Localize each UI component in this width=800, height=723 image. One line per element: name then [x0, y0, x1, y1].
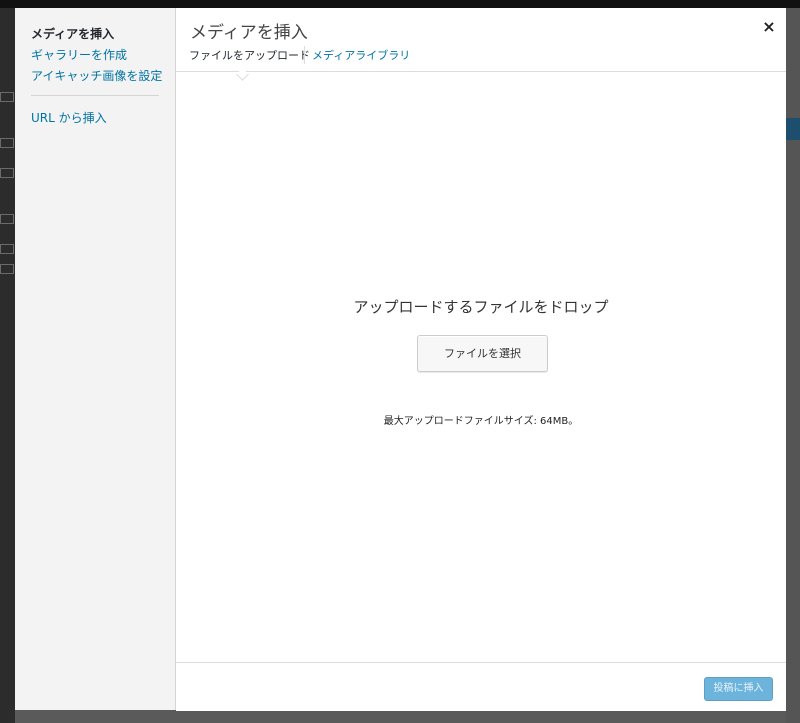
menu-item-create-gallery[interactable]: ギャラリーを作成 [31, 46, 127, 63]
background-button [786, 118, 800, 140]
select-files-button[interactable]: ファイルを選択 [417, 335, 548, 372]
media-menu: メディアを挿入 ギャラリーを作成 アイキャッチ画像を設定 URL から挿入 [15, 8, 176, 710]
close-icon[interactable]: × [758, 16, 780, 38]
modal-title: メディアを挿入 [190, 23, 308, 43]
tab-media-library[interactable]: メディアライブラリ [312, 47, 410, 63]
background-page-edge [786, 8, 800, 723]
uploader-dropzone[interactable]: アップロードするファイルをドロップ ファイルを選択 最大アップロードファイルサイ… [176, 72, 786, 662]
menu-item-set-featured-image[interactable]: アイキャッチ画像を設定 [31, 67, 162, 84]
menu-item-insert-from-url[interactable]: URL から挿入 [31, 109, 107, 126]
admin-sidebar-background [0, 8, 15, 723]
admin-menu-icon [0, 214, 14, 224]
tab-separator [304, 46, 305, 64]
insert-into-post-button[interactable]: 投稿に挿入 [704, 677, 773, 701]
media-toolbar: 投稿に挿入 [176, 662, 786, 711]
router-tabs: ファイルをアップロード メディアライブラリ [176, 44, 786, 81]
tab-upload-files[interactable]: ファイルをアップロード [189, 47, 310, 63]
admin-menu-icon [0, 92, 14, 102]
admin-menu-icon [0, 168, 14, 178]
menu-item-insert-media[interactable]: メディアを挿入 [31, 25, 114, 42]
background-page-bottom [15, 710, 786, 723]
menu-separator [31, 95, 159, 96]
admin-menu-icon [0, 138, 14, 148]
media-frame: メディアを挿入 × ファイルをアップロード メディアライブラリ アップロードする… [176, 8, 786, 711]
admin-menu-icon [0, 244, 14, 254]
admin-bar [0, 0, 800, 8]
max-upload-size: 最大アップロードファイルサイズ: 64MB。 [383, 416, 579, 427]
media-modal: メディアを挿入 ギャラリーを作成 アイキャッチ画像を設定 URL から挿入 メデ… [15, 8, 786, 711]
drop-instructions: アップロードするファイルをドロップ [353, 298, 609, 316]
admin-menu-icon [0, 264, 14, 274]
